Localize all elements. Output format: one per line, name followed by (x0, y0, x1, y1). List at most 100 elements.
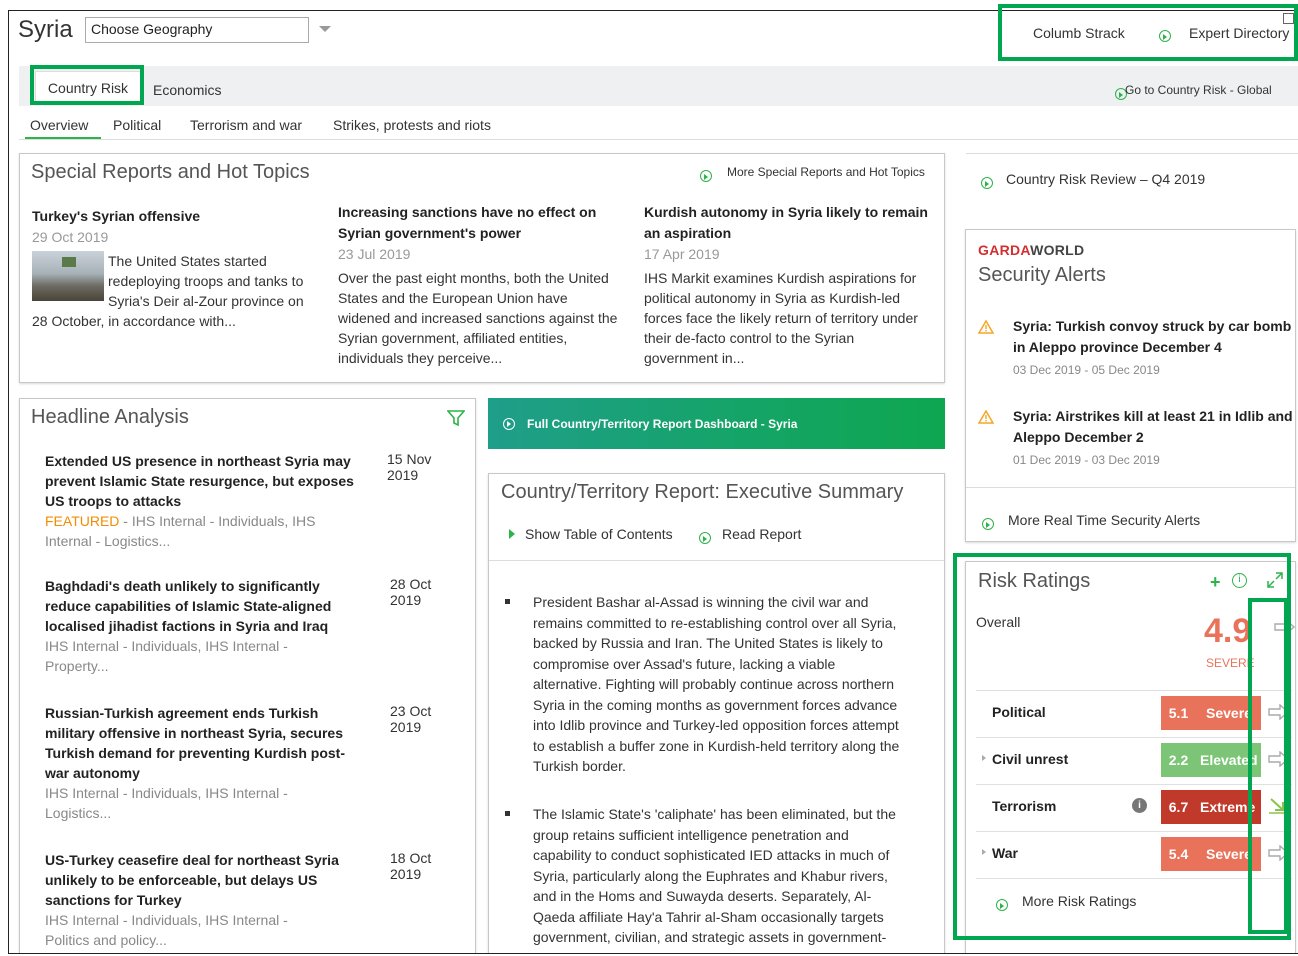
risk-ratings-panel: Risk Ratings + i Overall 4.9 SEVERE Poli… (965, 561, 1296, 953)
country-risk-review-icon (981, 177, 993, 190)
risk-row-terrorism[interactable]: Terrorism i 6.7 Extreme (976, 784, 1292, 828)
headline-meta: FEATURED - IHS Internal - Individuals, I… (45, 511, 335, 551)
headline-date: 15 Nov 2019 (387, 451, 432, 483)
show-toc-label: Show Table of Contents (525, 526, 673, 542)
headline-item[interactable]: Russian-Turkish agreement ends Turkish m… (45, 703, 465, 823)
geography-select[interactable]: Choose Geography (85, 17, 309, 43)
risk-row-war[interactable]: War 5.4 Severe (976, 831, 1292, 875)
headline-title[interactable]: Extended US presence in northeast Syria … (45, 451, 365, 511)
risk-row-label: Terrorism (992, 798, 1057, 814)
arrow-down-right-icon[interactable] (1268, 798, 1290, 814)
exec-summary-divider (489, 560, 944, 561)
more-special-reports-icon (700, 170, 712, 183)
special-report-item[interactable]: Increasing sanctions have no effect on S… (338, 202, 618, 368)
go-global-link[interactable]: Go to Country Risk - Global (1125, 83, 1272, 97)
risk-row-political[interactable]: Political 5.1 Severe (976, 690, 1292, 734)
tab-strikes-protests-riots[interactable]: Strikes, protests and riots (333, 117, 491, 133)
overall-label: Overall (976, 614, 1021, 630)
country-risk-review-link[interactable]: Country Risk Review – Q4 2019 (966, 153, 1298, 205)
exec-summary-bullet: President Bashar al-Assad is winning the… (505, 592, 905, 777)
security-alert-item[interactable]: Syria: Turkish convoy struck by car bomb… (978, 316, 1293, 377)
headline-title[interactable]: US-Turkey ceasefire deal for northeast S… (45, 850, 355, 910)
read-report-link[interactable]: Read Report (722, 526, 801, 542)
headline-date: 28 Oct 2019 (390, 576, 432, 608)
special-reports-title: Special Reports and Hot Topics (31, 161, 310, 183)
headline-item[interactable]: US-Turkey ceasefire deal for northeast S… (45, 850, 465, 950)
headline-meta: IHS Internal - Individuals, IHS Internal… (45, 785, 288, 821)
tab-economics[interactable]: Economics (153, 82, 221, 98)
headline-meta: IHS Internal - Individuals, IHS Internal… (45, 638, 288, 674)
exec-summary-bullet-text: The Islamic State's 'caliphate' has been… (533, 806, 896, 953)
special-report-body: IHS Markit examines Kurdish aspirations … (644, 270, 918, 366)
security-alert-dates: 01 Dec 2019 - 03 Dec 2019 (1013, 453, 1160, 467)
tab-country-risk[interactable]: Country Risk (35, 71, 141, 103)
add-icon[interactable]: + (1210, 572, 1221, 593)
warning-icon (978, 320, 994, 334)
risk-ratings-title: Risk Ratings (978, 570, 1091, 592)
risk-row-civil-unrest[interactable]: Civil unrest 2.2 Elevated (976, 737, 1292, 781)
headline-item[interactable]: Extended US presence in northeast Syria … (45, 451, 465, 551)
expand-icon[interactable] (1267, 572, 1283, 588)
security-alert-item[interactable]: Syria: Airstrikes kill at least 21 in Id… (978, 406, 1293, 467)
risk-badge: 6.7 Extreme (1161, 790, 1261, 824)
more-risk-ratings-link[interactable]: More Risk Ratings (1022, 893, 1136, 909)
full-report-dashboard-button[interactable]: Full Country/Territory Report Dashboard … (488, 398, 945, 449)
risk-badge: 2.2 Elevated (1161, 743, 1261, 777)
special-report-item[interactable]: Kurdish autonomy in Syria likely to rema… (644, 202, 929, 368)
security-alerts-title: Security Alerts (978, 264, 1106, 286)
overall-value: 4.9 (1204, 612, 1252, 650)
special-report-body: Over the past eight months, both the Uni… (338, 270, 618, 366)
special-report-title[interactable]: Increasing sanctions have no effect on S… (338, 202, 618, 244)
security-alerts-panel: GARDAWORLD Security Alerts Syria: Turkis… (965, 229, 1296, 542)
risk-row-label: Civil unrest (992, 751, 1069, 767)
gardaworld-logo: GARDAWORLD (978, 242, 1085, 258)
security-alert-title[interactable]: Syria: Turkish convoy struck by car bomb… (1013, 316, 1293, 358)
tab-terrorism-and-war[interactable]: Terrorism and war (190, 117, 302, 133)
headline-item[interactable]: Baghdadi's death unlikely to significant… (45, 576, 465, 676)
exec-summary-panel: Country/Territory Report: Executive Summ… (488, 473, 945, 953)
tab-political[interactable]: Political (113, 117, 161, 133)
headline-title[interactable]: Russian-Turkish agreement ends Turkish m… (45, 703, 360, 783)
special-report-item[interactable]: Turkey's Syrian offensive 29 Oct 2019 Th… (32, 206, 312, 331)
featured-badge: FEATURED (45, 513, 120, 529)
expert-directory-link[interactable]: Expert Directory (1189, 25, 1289, 41)
arrow-right-icon[interactable] (1268, 751, 1290, 767)
info-icon[interactable]: i (1232, 573, 1247, 588)
special-report-date: 17 Apr 2019 (644, 246, 720, 262)
security-alerts-divider (966, 487, 1295, 488)
caret-right-icon[interactable] (982, 849, 986, 855)
special-report-title[interactable]: Turkey's Syrian offensive (32, 206, 312, 227)
popout-icon[interactable] (1283, 13, 1294, 24)
chevron-down-icon[interactable] (319, 26, 331, 32)
tab-country-risk-label: Country Risk (47, 80, 129, 96)
caret-right-icon[interactable] (982, 755, 986, 761)
overall-level: SEVERE (1206, 656, 1254, 670)
risk-row-label: Political (992, 704, 1046, 720)
more-special-reports-link[interactable]: More Special Reports and Hot Topics (727, 165, 925, 179)
full-report-dashboard-label: Full Country/Territory Report Dashboard … (527, 416, 798, 431)
info-filled-icon[interactable]: i (1132, 798, 1147, 813)
exec-summary-bullet: The Islamic State's 'caliphate' has been… (505, 804, 905, 953)
more-alerts-icon (982, 518, 994, 531)
special-report-title[interactable]: Kurdish autonomy in Syria likely to rema… (644, 202, 929, 244)
special-reports-panel: Special Reports and Hot Topics More Spec… (19, 153, 945, 383)
user-name-link[interactable]: Columb Strack (1033, 25, 1125, 41)
tab-overview[interactable]: Overview (30, 117, 88, 133)
tabs-divider (19, 139, 1298, 140)
arrow-right-icon[interactable] (1274, 619, 1296, 635)
arrow-right-icon[interactable] (1268, 845, 1290, 861)
risk-row-label: War (992, 845, 1018, 861)
filter-icon[interactable] (447, 409, 465, 427)
exec-summary-bullet-text: President Bashar al-Assad is winning the… (533, 594, 900, 774)
triangle-right-icon (509, 529, 515, 539)
more-alerts-link[interactable]: More Real Time Security Alerts (1008, 512, 1200, 528)
expert-directory-icon (1159, 30, 1171, 43)
arrow-right-icon[interactable] (1268, 704, 1290, 720)
headline-title[interactable]: Baghdadi's death unlikely to significant… (45, 576, 355, 636)
headline-analysis-title: Headline Analysis (31, 406, 189, 428)
security-alert-title[interactable]: Syria: Airstrikes kill at least 21 in Id… (1013, 406, 1293, 448)
security-alert-dates: 03 Dec 2019 - 05 Dec 2019 (1013, 363, 1160, 377)
show-toc-link[interactable]: Show Table of Contents (509, 526, 673, 542)
read-report-icon (699, 532, 711, 545)
risk-row-more[interactable]: More Risk Ratings (976, 878, 1292, 922)
